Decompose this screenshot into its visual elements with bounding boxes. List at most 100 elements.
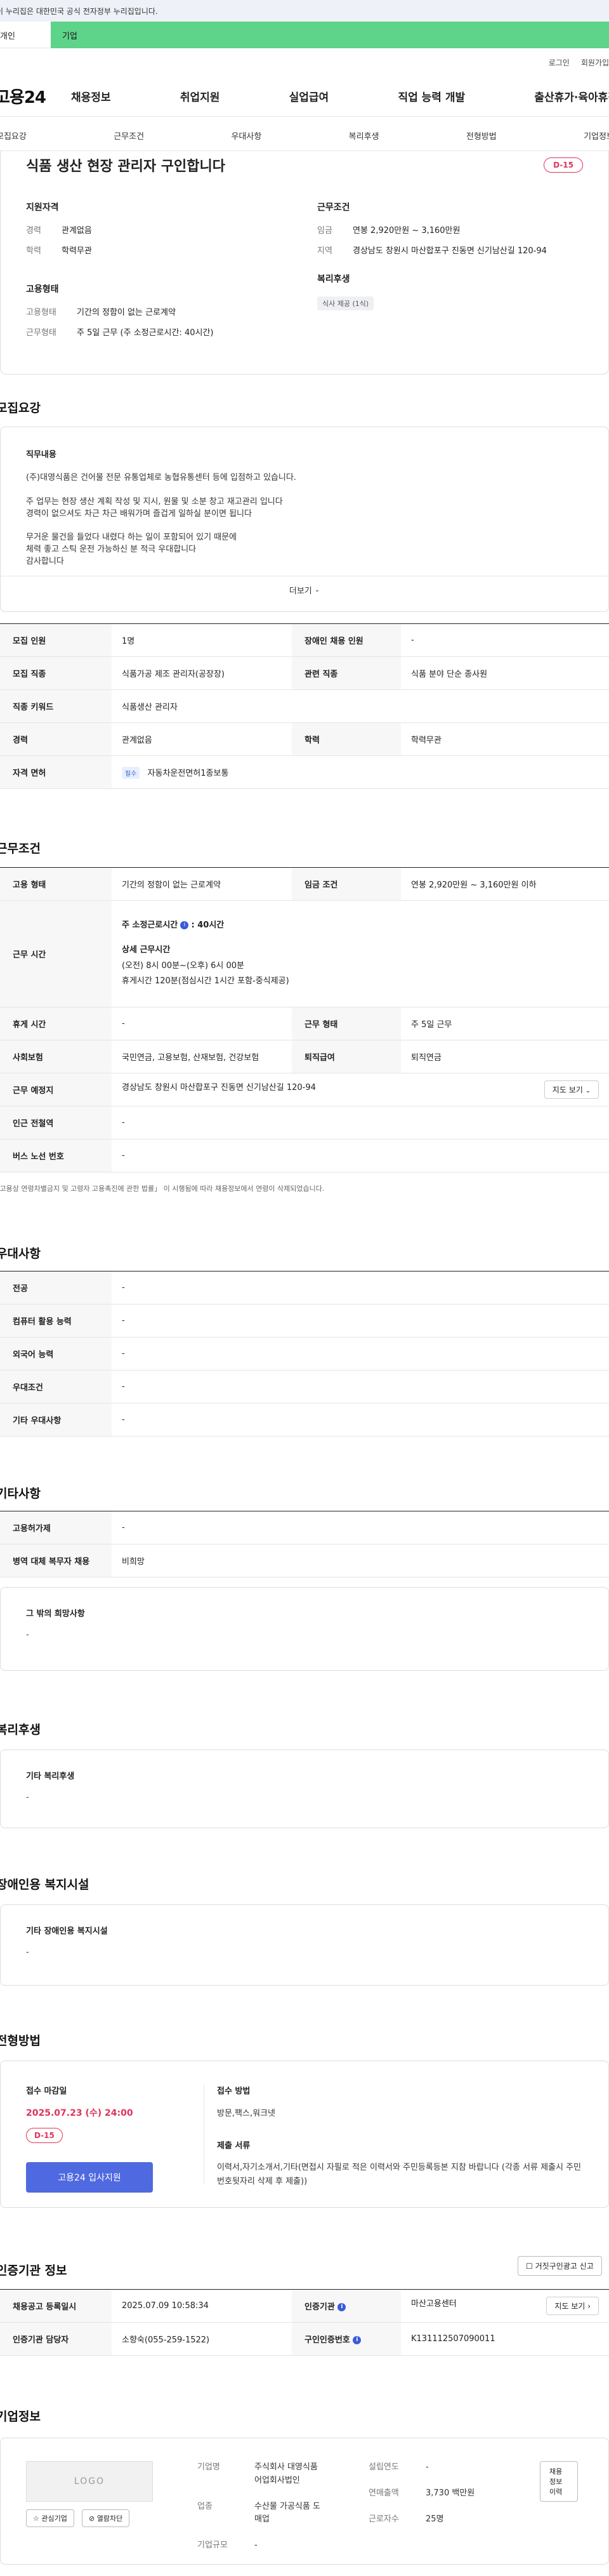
table-row: 인증기관 담당자 소향숙(055-259-1522) 구인인증번호 i K131… xyxy=(0,2322,609,2356)
row-value: - xyxy=(112,1007,292,1040)
row-value: - xyxy=(401,623,609,657)
welfare-heading: 복리후생 xyxy=(0,1723,41,1737)
row-label: 근무 시간 xyxy=(0,900,112,1007)
row-label: 채용공고 등록일시 xyxy=(0,2289,112,2323)
hours-main-label: 주 소정근로시간 xyxy=(122,920,178,931)
cond-title: 근무조건 xyxy=(317,202,350,213)
map-button[interactable]: 지도 보기 ⌄ xyxy=(544,1080,599,1099)
info-icon[interactable]: i xyxy=(180,921,189,930)
chevron-down-icon: ⌄ xyxy=(585,1087,591,1094)
table-row: 직종 키워드 식품생산 관리자 xyxy=(0,689,609,723)
table-row: 기타 우대사항 - xyxy=(0,1403,609,1437)
login-link[interactable]: 로그인 xyxy=(549,57,570,68)
agency-cell: 마산고용센터 지도 보기 › xyxy=(401,2289,609,2323)
agency-map-button[interactable]: 지도 보기 › xyxy=(546,2297,599,2315)
table-row: 채용공고 등록일시 2025.07.09 10:58:34 인증기관 i 마산고… xyxy=(0,2289,609,2323)
row-value: 식품 분야 단순 종사원 xyxy=(401,656,609,690)
disabled-heading: 장애인용 복지시설 xyxy=(0,1878,89,1892)
row-label: 우대조건 xyxy=(0,1370,112,1404)
qual-career-label: 경력 xyxy=(26,226,41,236)
deadline-label: 접수 마감일 xyxy=(26,2087,67,2096)
cond-region-value: 경상남도 창원시 마산합포구 진동면 신기남산길 120-94 xyxy=(353,246,547,256)
site-logo[interactable]: 고용24 xyxy=(0,84,71,108)
tab-selection[interactable]: 전형방법 xyxy=(466,129,497,142)
gov-banner: 이 누리집은 대한민국 공식 전자정부 누리집입니다. xyxy=(0,0,609,22)
row-value: - xyxy=(112,1271,609,1305)
sales-value: 3,730 백만원 xyxy=(426,2488,475,2498)
recruit-history-button[interactable]: 채용정보 이력 xyxy=(540,2461,578,2502)
map-button-label: 지도 보기 xyxy=(554,2302,586,2311)
duty-line: 주 업무는 현장 생산 계획 작성 및 지시, 원물 및 소분 창고 재고관리 … xyxy=(26,496,283,507)
hours-detail-1: (오전) 8시 00분~(오후) 6시 00분 xyxy=(122,960,245,971)
row-value: - xyxy=(112,1106,609,1139)
chevron-right-icon: › xyxy=(587,2302,591,2311)
join-link[interactable]: 회원가입 xyxy=(581,57,609,68)
hours-cell: 주 소정근로시간 i : 40시간 상세 근무시간 (오전) 8시 00분~(오… xyxy=(112,900,609,1007)
tab-welfare[interactable]: 복리후생 xyxy=(349,129,379,142)
qual-title: 지원자격 xyxy=(26,202,59,213)
row-value: 연봉 2,920만원 ~ 3,160만원 이하 xyxy=(401,867,609,901)
cond-wage-label: 임금 xyxy=(317,226,332,236)
gnb-item-training[interactable]: 직업 능력 개발 xyxy=(398,88,465,104)
size-value: - xyxy=(254,2540,258,2551)
row-value: - xyxy=(112,1337,609,1371)
row-value: 소향숙(055-259-1522) xyxy=(112,2322,292,2356)
welfare-title: 복리후생 xyxy=(317,274,350,284)
info-icon[interactable]: i xyxy=(337,2303,346,2311)
job-description-box: 직무내용 (주)대영식품은 건어물 전문 유통업체로 농협유통센터 등에 입점하… xyxy=(0,427,609,612)
duty-title: 직무내용 xyxy=(26,450,56,460)
recruit-table: 모집 인원 1명 장애인 채용 인원 - 모집 직종 식품가공 제조 관리자(공… xyxy=(0,623,609,789)
info-icon[interactable]: i xyxy=(353,2336,362,2344)
row-label: 근무 예정지 xyxy=(0,1073,112,1106)
tab-recruit[interactable]: 모집요강 xyxy=(0,129,27,142)
company-heading: 기업정보 xyxy=(0,2410,41,2424)
apply-button[interactable]: 고용24 입사지원 xyxy=(26,2162,153,2193)
welfare-box: 기타 복리후생 - xyxy=(0,1749,609,1828)
welfare-box-title: 기타 복리후생 xyxy=(26,1772,75,1781)
row-value: 비희망 xyxy=(112,1544,609,1577)
row-label: 외국어 능력 xyxy=(0,1337,112,1371)
hours-main-value: : 40시간 xyxy=(191,920,225,931)
place-cell: 경상남도 창원시 마산합포구 진동면 신기남산길 120-94 지도 보기 ⌄ xyxy=(112,1073,609,1106)
gnb-item-employment-support[interactable]: 취업지원 xyxy=(180,88,220,104)
report-button-label: 거짓구인광고 신고 xyxy=(535,2262,594,2271)
row-value: 주 5일 근무 xyxy=(401,1007,609,1040)
tab-company[interactable]: 기업 xyxy=(51,22,609,48)
gnb-item-unemployment-benefit[interactable]: 실업급여 xyxy=(289,88,329,104)
row-value: 기간의 정함이 없는 근로계약 xyxy=(112,867,292,901)
docs-value: 이력서,자기소개서,기타(면접시 자필로 적은 이력서와 주민등록등본 지참 바… xyxy=(217,2163,582,2187)
row-label: 인증기관 xyxy=(304,2302,335,2312)
emp-type-label: 고용형태 xyxy=(26,308,56,317)
row-label: 컴퓨터 활용 능력 xyxy=(0,1304,112,1338)
block-icon: ⊘ xyxy=(89,2514,95,2523)
tab-personal[interactable]: 개인 xyxy=(0,22,51,48)
industry-label: 업종 xyxy=(197,2501,213,2511)
gnb-item-maternity-leave[interactable]: 출산휴가·육아휴직 xyxy=(534,88,609,104)
company-logo: LOGO xyxy=(26,2461,153,2502)
row-label: 직종 키워드 xyxy=(0,689,112,723)
tab-preferences[interactable]: 우대사항 xyxy=(231,129,261,142)
apply-dday-badge: D-15 xyxy=(26,2128,63,2143)
tab-work-conditions[interactable]: 근무조건 xyxy=(114,129,144,142)
table-row: 버스 노선 번호 - xyxy=(0,1139,609,1172)
row-label: 휴게 시간 xyxy=(0,1007,112,1040)
gnb-item-jobs[interactable]: 채용정보 xyxy=(71,88,111,104)
row-value: K131112507090011 xyxy=(401,2322,609,2356)
founded-label: 설립연도 xyxy=(369,2462,399,2472)
work-table: 고용 형태 기간의 정함이 없는 근로계약 임금 조건 연봉 2,920만원 ~… xyxy=(0,867,609,1172)
favorite-label: 관심기업 xyxy=(41,2514,67,2523)
favorite-company-button[interactable]: ☆ 관심기업 xyxy=(26,2509,74,2527)
agency-table: 채용공고 등록일시 2025.07.09 10:58:34 인증기관 i 마산고… xyxy=(0,2289,609,2356)
method-label: 접수 방법 xyxy=(217,2087,251,2096)
table-row: 전공 - xyxy=(0,1271,609,1305)
company-info-right: 설립연도 - 연매출액 3,730 백만원 근로자수 25명 xyxy=(369,2461,495,2541)
table-row: 인근 전철역 - xyxy=(0,1106,609,1139)
pref-table: 전공 - 컴퓨터 활용 능력 - 외국어 능력 - 우대조건 - 기타 우대사항 - xyxy=(0,1271,609,1437)
user-tabs: 개인 기업 xyxy=(0,22,609,48)
report-button[interactable]: ☐ 거짓구인광고 신고 xyxy=(518,2256,602,2276)
work-heading: 근무조건 xyxy=(0,842,41,856)
duty-line: 무거운 물건을 들었다 내렸다 하는 일이 포함되어 있기 때문에 xyxy=(26,533,237,543)
more-button[interactable]: 더보기 ⌄ xyxy=(1,575,608,604)
tab-company[interactable]: 기업정보 xyxy=(584,129,609,142)
block-view-button[interactable]: ⊘ 열람차단 xyxy=(82,2509,130,2527)
